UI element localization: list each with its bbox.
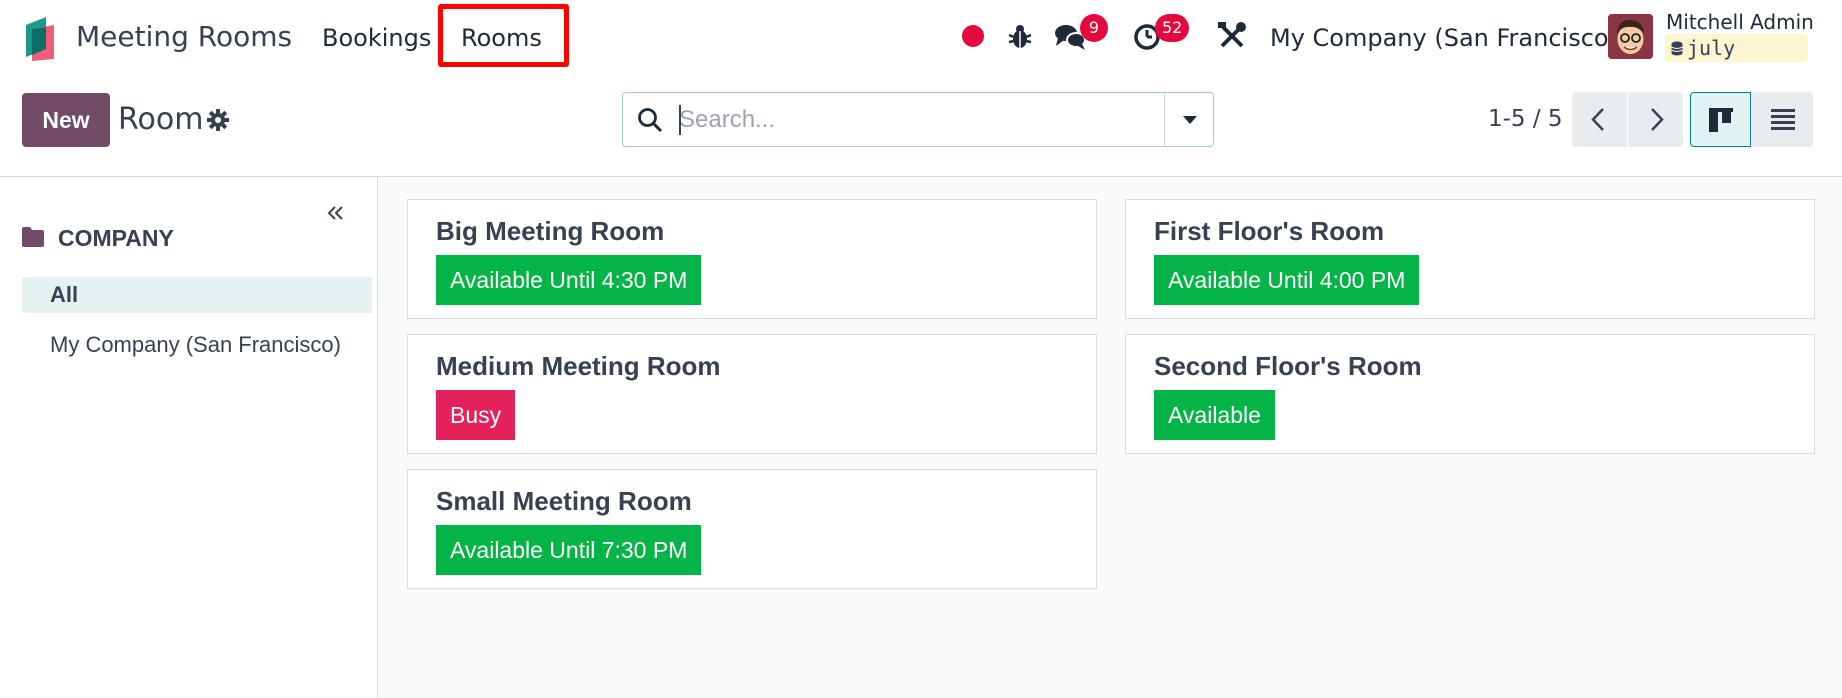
pager-previous-button[interactable] [1572, 92, 1627, 147]
menu-rooms[interactable]: Rooms [461, 24, 542, 52]
room-name: Second Floor's Room [1154, 351, 1422, 381]
room-card[interactable]: Second Floor's Room Available [1125, 334, 1815, 454]
database-tag: july [1665, 34, 1808, 62]
messages-count-badge: 9 [1080, 14, 1108, 42]
room-status-badge: Available Until 4:00 PM [1154, 255, 1420, 305]
user-name[interactable]: Mitchell Admin [1666, 10, 1814, 34]
room-name: Medium Meeting Room [436, 351, 721, 381]
pager-next-button[interactable] [1628, 92, 1683, 147]
room-card[interactable]: Medium Meeting Room Busy [407, 334, 1097, 454]
search-options-caret-icon[interactable] [1165, 93, 1215, 146]
search-icon [638, 108, 663, 133]
top-navbar: Meeting Rooms Bookings Rooms 9 52 My Com… [0, 0, 1842, 75]
room-name: Big Meeting Room [436, 216, 665, 246]
list-view-button[interactable] [1752, 92, 1813, 147]
room-card[interactable]: Big Meeting Room Available Until 4:30 PM [407, 199, 1097, 319]
chevron-right-icon [1651, 108, 1664, 131]
gear-icon[interactable] [206, 108, 230, 132]
company-switcher[interactable]: My Company (San Francisco) [1270, 24, 1618, 52]
text-cursor [679, 105, 681, 135]
search-bar [622, 92, 1214, 147]
debug-bug-icon[interactable] [1004, 20, 1036, 52]
list-view-icon [1771, 109, 1795, 130]
database-name: july [1687, 36, 1736, 60]
kanban-view-button[interactable] [1690, 92, 1751, 147]
room-status-badge: Busy [436, 390, 516, 440]
activity-count-badge: 52 [1155, 14, 1190, 42]
room-status-badge: Available Until 4:30 PM [436, 255, 702, 305]
folder-icon [22, 227, 44, 247]
meeting-rooms-logo[interactable] [22, 15, 56, 61]
collapse-panel-icon[interactable] [326, 203, 346, 223]
company-filter-header: COMPANY [58, 225, 174, 251]
kanban-view-icon [1709, 108, 1733, 132]
new-room-button[interactable]: New [22, 93, 110, 147]
room-card[interactable]: First Floor's Room Available Until 4:00 … [1125, 199, 1815, 319]
menu-bookings[interactable]: Bookings [322, 24, 431, 52]
room-status-badge: Available [1154, 390, 1275, 440]
filter-my-company[interactable]: My Company (San Francisco) [22, 327, 372, 363]
recording-indicator-icon[interactable] [962, 25, 984, 47]
database-icon [1671, 41, 1683, 56]
room-card[interactable]: Small Meeting Room Available Until 7:30 … [407, 469, 1097, 589]
settings-tools-icon[interactable] [1216, 20, 1248, 52]
room-name: First Floor's Room [1154, 216, 1385, 246]
chevron-left-icon [1591, 108, 1604, 131]
user-avatar[interactable] [1608, 14, 1653, 59]
page-title: Room [118, 102, 204, 137]
room-name: Small Meeting Room [436, 486, 692, 516]
search-input[interactable] [679, 103, 1179, 137]
search-panel: COMPANY All My Company (San Francisco) [0, 177, 378, 698]
app-name[interactable]: Meeting Rooms [76, 20, 292, 53]
room-status-badge: Available Until 7:30 PM [436, 525, 702, 575]
pager-value[interactable]: 1-5 / 5 [1488, 106, 1563, 132]
kanban-view: Big Meeting Room Available Until 4:30 PM… [379, 177, 1842, 698]
filter-all[interactable]: All [22, 277, 372, 313]
